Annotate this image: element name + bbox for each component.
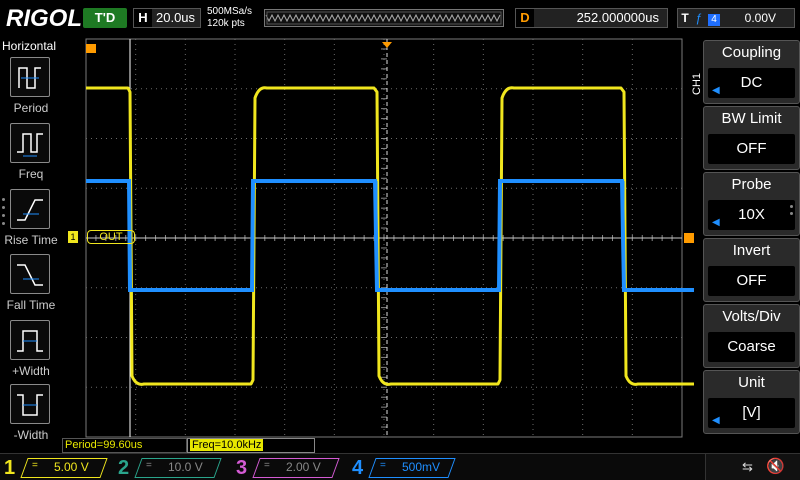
menu-coupling-title: Coupling [721, 44, 782, 61]
menu-coupling-value: ◀ DC [708, 68, 795, 98]
delay-value: 252.000000us [576, 10, 659, 25]
ch1-channel-label: OUT [87, 230, 135, 244]
measure-freq-label: Freq [18, 167, 44, 181]
sample-rate: 500MSa/s [207, 6, 253, 17]
horizontal-key: H [134, 9, 152, 27]
measure-negative-width-label: -Width [13, 428, 49, 442]
ch1-offset-marker[interactable]: 1 [68, 231, 78, 243]
trigger-level: 0.00V [744, 11, 776, 25]
usb-icon: ⇆ [742, 459, 753, 474]
rise-time-icon [10, 189, 50, 229]
frequency-icon [10, 123, 50, 163]
channel-4-scale: 500mV [402, 460, 441, 474]
menu-unit[interactable]: Unit ◀ [V] [703, 370, 800, 434]
run-status-badge[interactable]: T'D [83, 8, 127, 28]
measure-fall-time-label: Fall Time [6, 298, 56, 312]
menu-scroll-dots [790, 205, 796, 219]
measure-category-title: Horizontal [2, 39, 57, 53]
menu-volts-div[interactable]: Volts/Div Coarse [703, 304, 800, 368]
measure-rise-time-label: Rise Time [4, 233, 58, 247]
left-arrow-icon: ◀ [712, 85, 720, 96]
channel-3-number: 3 [236, 457, 248, 479]
channel-4-tab[interactable]: 4 = 500mV [352, 456, 462, 480]
menu-channel-label: CH1 [691, 72, 703, 95]
menu-bw-limit-value: OFF [708, 134, 795, 164]
trigger-key: T [681, 11, 689, 25]
freq-measurement-value: Freq=10.0kHz [190, 439, 264, 451]
rising-edge-icon: ƒ [695, 11, 703, 25]
channel-2-number: 2 [118, 457, 130, 479]
channel-bar: 1 = 5.00 V 2 = 10.0 V 3 = 2.00 V 4 = 500… [0, 453, 800, 480]
channel-2-scale: 10.0 V [168, 460, 203, 474]
speaker-muted-icon[interactable]: 🔇 [766, 457, 785, 475]
measure-period-label: Period [13, 101, 49, 115]
measure-fall-time-item[interactable]: Fall Time [0, 254, 62, 318]
trigger-time-marker [86, 44, 96, 53]
acquisition-info: 500MSa/s 120k pts [207, 6, 252, 30]
measure-positive-width-label: +Width [12, 364, 50, 378]
period-measurement[interactable]: Period=99.60us [62, 438, 187, 453]
freq-measurement[interactable]: Freq=10.0kHz [187, 438, 315, 453]
measure-freq-item[interactable]: Freq [0, 123, 62, 187]
menu-invert-value: OFF [708, 266, 795, 296]
left-arrow-icon: ◀ [712, 415, 720, 426]
channel-3-scale: 2.00 V [286, 460, 321, 474]
channel-2-tab[interactable]: 2 = 10.0 V [118, 456, 228, 480]
trigger-level-marker [684, 233, 694, 243]
measure-negative-width-item[interactable]: -Width [0, 384, 62, 448]
trigger-box[interactable]: Tƒ 4 0.00V [677, 8, 795, 28]
channel-4-number: 4 [352, 457, 364, 479]
channel-menu: Coupling ◀ DC BW Limit OFF Probe ◀ 10X Inv… [703, 38, 800, 438]
menu-invert[interactable]: Invert OFF [703, 238, 800, 302]
channel-3-coupling-icon: = [264, 460, 270, 471]
trigger-source: 4 [708, 14, 720, 26]
delay-key: D [516, 9, 534, 27]
menu-volts-div-value: Coarse [708, 332, 795, 362]
menu-coupling[interactable]: Coupling ◀ DC [703, 40, 800, 104]
menu-probe-title: Probe [731, 176, 772, 193]
channel-2-coupling-icon: = [146, 460, 152, 471]
memory-overview-bar[interactable] [264, 9, 504, 27]
left-arrow-icon: ◀ [712, 217, 720, 228]
measure-period-item[interactable]: Period [0, 57, 62, 121]
measure-positive-width-item[interactable]: +Width [0, 320, 62, 384]
menu-unit-title: Unit [738, 374, 765, 391]
positive-width-icon [10, 320, 50, 360]
channel-1-scale: 5.00 V [54, 460, 89, 474]
horizontal-delay-box[interactable]: D 252.000000us [515, 8, 668, 28]
horizontal-scale-box[interactable]: H 20.0us [133, 8, 201, 28]
period-icon [10, 57, 50, 97]
menu-probe-value: ◀ 10X [708, 200, 795, 230]
channel-4-coupling-icon: = [380, 460, 386, 471]
memory-depth: 120k pts [207, 18, 245, 29]
negative-width-icon [10, 384, 50, 424]
menu-unit-value: ◀ [V] [708, 398, 795, 428]
measure-rise-time-item[interactable]: Rise Time [0, 189, 62, 253]
fall-time-icon [10, 254, 50, 294]
measure-sidebar: Horizontal Period Freq Rise Time Fall Ti… [0, 38, 62, 442]
scroll-dots [2, 198, 6, 228]
menu-bw-limit[interactable]: BW Limit OFF [703, 106, 800, 170]
menu-bw-limit-title: BW Limit [721, 110, 782, 127]
horizontal-scale-value: 20.0us [156, 10, 196, 25]
channel-1-tab[interactable]: 1 = 5.00 V [4, 456, 114, 480]
menu-probe[interactable]: Probe ◀ 10X [703, 172, 800, 236]
waveform-display[interactable] [62, 38, 747, 438]
channel-3-tab[interactable]: 3 = 2.00 V [236, 456, 346, 480]
channel-1-number: 1 [4, 457, 16, 479]
waveform-grid [85, 38, 747, 438]
menu-invert-title: Invert [732, 242, 771, 259]
top-status-bar: RIGOL T'D H 20.0us 500MSa/s 120k pts D 252… [0, 0, 800, 38]
memory-waveform-thumbnail [265, 11, 502, 25]
channel-1-coupling-icon: = [32, 460, 38, 471]
rigol-logo: RIGOL [6, 5, 82, 32]
menu-volts-div-title: Volts/Div [722, 308, 781, 325]
